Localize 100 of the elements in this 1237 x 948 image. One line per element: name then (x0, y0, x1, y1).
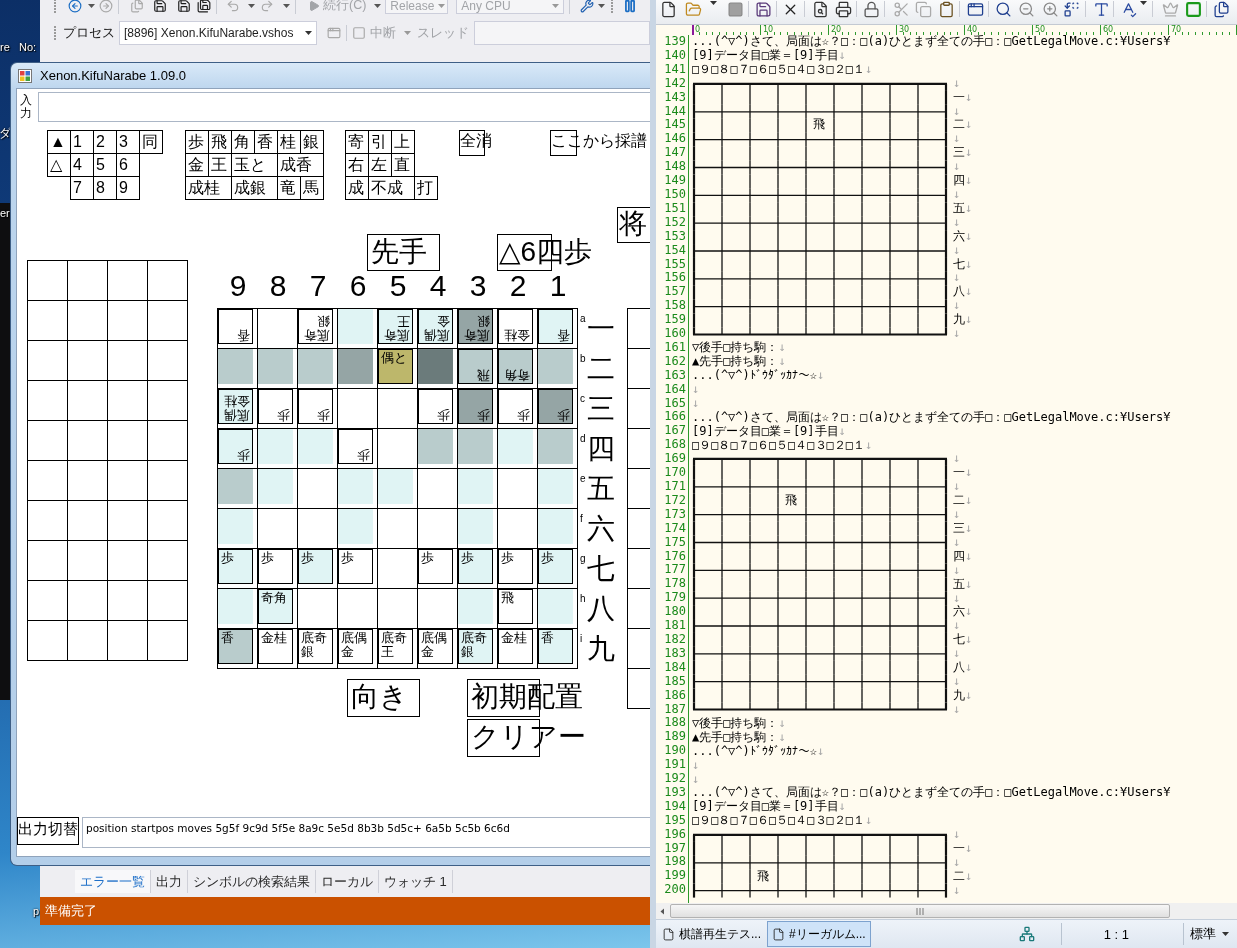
zoom-out-icon[interactable] (1018, 1, 1035, 18)
input-key[interactable]: 成香 (277, 153, 324, 177)
save-icon[interactable] (177, 0, 191, 13)
wrench-icon[interactable] (580, 0, 595, 13)
line-number: 180 (664, 605, 686, 620)
toolbar-grip-icon[interactable] (53, 0, 57, 14)
toolbar-grip-icon[interactable] (53, 25, 57, 41)
turn-button[interactable]: 先手 (367, 234, 438, 269)
line-break-mark: ↓ (965, 549, 973, 564)
line-number: 176 (664, 549, 686, 564)
caret-icon[interactable] (710, 1, 717, 5)
input-key[interactable]: 打 (414, 176, 438, 200)
square-icon[interactable] (727, 1, 744, 18)
input-key[interactable]: 成 (345, 176, 369, 200)
line-break-mark: ↓ (953, 452, 961, 467)
line-break-mark: ↓ (965, 661, 973, 675)
line-break-mark: ↓ (953, 215, 961, 230)
rank-letter: d (580, 434, 587, 444)
input-key[interactable]: 7 (70, 176, 94, 200)
line-number: 152 (664, 215, 686, 230)
clipboard-icon[interactable] (938, 1, 955, 18)
input-key[interactable]: 成桂 (185, 176, 232, 200)
line-number: 155 (664, 257, 686, 272)
piece-label: 歩 (476, 407, 491, 423)
tool-window-tab[interactable]: シンボルの検索結果 (188, 870, 316, 893)
desktop-icon-label[interactable]: ダ (0, 127, 11, 141)
documents-icon[interactable] (1213, 1, 1230, 18)
pause-icon[interactable] (623, 0, 638, 13)
piece-label: 偶と (380, 350, 408, 366)
replace-icon[interactable] (1063, 1, 1080, 18)
line-number: 168 (664, 438, 686, 453)
search-icon[interactable] (995, 1, 1012, 18)
tool-window-tab[interactable]: 出力 (151, 870, 188, 893)
input-key[interactable]: 不成 (368, 176, 415, 200)
toolbar-grip-icon[interactable] (610, 0, 615, 14)
process-dropdown[interactable]: [8896] Xenon.KifuNarabe.vshos (119, 21, 317, 45)
line-break-mark: ↓ (965, 229, 973, 244)
input-key[interactable]: 成銀 (231, 176, 278, 200)
input-key[interactable]: 9 (116, 176, 140, 200)
input-key[interactable]: 同 (139, 130, 163, 154)
desktop-icon-label[interactable]: re (0, 41, 10, 54)
printer-icon[interactable] (835, 1, 852, 18)
caret-icon[interactable] (248, 3, 255, 8)
text-line: ▲先手□持ち駒： (692, 730, 779, 745)
rank-label: 九 (953, 313, 965, 328)
caret-icon[interactable] (88, 3, 95, 8)
lock-icon[interactable] (863, 1, 880, 18)
direction-button[interactable]: 向き (347, 679, 418, 715)
window-icon[interactable] (967, 1, 984, 18)
input-key[interactable]: 6 (116, 153, 140, 177)
input-key[interactable]: △ (47, 153, 71, 177)
line-number: 187 (664, 702, 686, 717)
grip-icon (916, 907, 924, 915)
open-folder-icon[interactable] (685, 1, 702, 18)
zoom-in-icon[interactable] (1042, 1, 1059, 18)
line-number: 193 (664, 785, 686, 800)
output-field[interactable]: position startpos moves 5g5f 9c9d 5f5e 8a9c 5e5d 8b3b 5d5c+ 6a5b 5c5b 6c6d (82, 817, 650, 848)
desktop-icon-label[interactable]: er (0, 207, 10, 220)
tool-window-tab[interactable]: ローカル (316, 870, 379, 893)
mode-dropdown[interactable]: 標準 (1190, 925, 1229, 943)
font-icon[interactable] (1093, 1, 1110, 18)
piece-button[interactable]: 将 (617, 207, 650, 241)
input-key[interactable]: 竜 (277, 176, 301, 200)
input-key[interactable]: ▲ (47, 130, 71, 154)
input-key[interactable]: 直 (391, 153, 415, 177)
print-preview-icon[interactable] (812, 1, 829, 18)
tool-window-tab[interactable]: エラー一覧 (75, 870, 151, 893)
caret-icon[interactable] (283, 3, 290, 8)
network-icon[interactable] (1018, 926, 1035, 942)
line-break-mark: ↓ (778, 341, 786, 356)
scroll-left-icon[interactable] (658, 906, 667, 916)
scrollbar-thumb[interactable] (670, 904, 1170, 918)
save-icon[interactable] (755, 1, 772, 18)
document-tab[interactable]: 棋譜再生テス... (657, 921, 766, 947)
line-number: 167 (664, 424, 686, 439)
square-icon[interactable] (1185, 1, 1202, 18)
save-all-icon[interactable] (197, 0, 211, 13)
line-number: 157 (664, 285, 686, 300)
output-toggle-button[interactable]: 出力切替 (17, 817, 78, 843)
input-key[interactable]: 寄 (345, 130, 369, 154)
input-key[interactable]: 歩 (185, 130, 209, 154)
line-break-mark: ↓ (953, 327, 961, 341)
line-break-mark: ↓ (692, 758, 700, 773)
save-icon[interactable] (153, 0, 167, 13)
input-key[interactable]: 上 (391, 130, 415, 154)
input-key[interactable]: 馬 (300, 176, 324, 200)
back-arrow-icon[interactable] (68, 0, 82, 13)
caret-icon[interactable] (598, 3, 606, 8)
line-number: 183 (664, 646, 686, 661)
piece-label: 歩 (300, 550, 315, 566)
line-break-mark: ↓ (953, 299, 961, 313)
caret-icon[interactable] (1140, 1, 1147, 5)
input-field[interactable] (38, 92, 650, 122)
cursor-position: 1 : 1 (1103, 926, 1129, 942)
input-key[interactable]: 銀 (300, 130, 324, 154)
document-tab[interactable]: #リーガルム... (767, 921, 871, 947)
line-number: 200 (664, 883, 686, 898)
desktop-icon-label[interactable]: No: (19, 41, 37, 54)
new-file-icon[interactable] (660, 1, 677, 18)
tool-window-tab[interactable]: ウォッチ 1 (379, 870, 453, 893)
